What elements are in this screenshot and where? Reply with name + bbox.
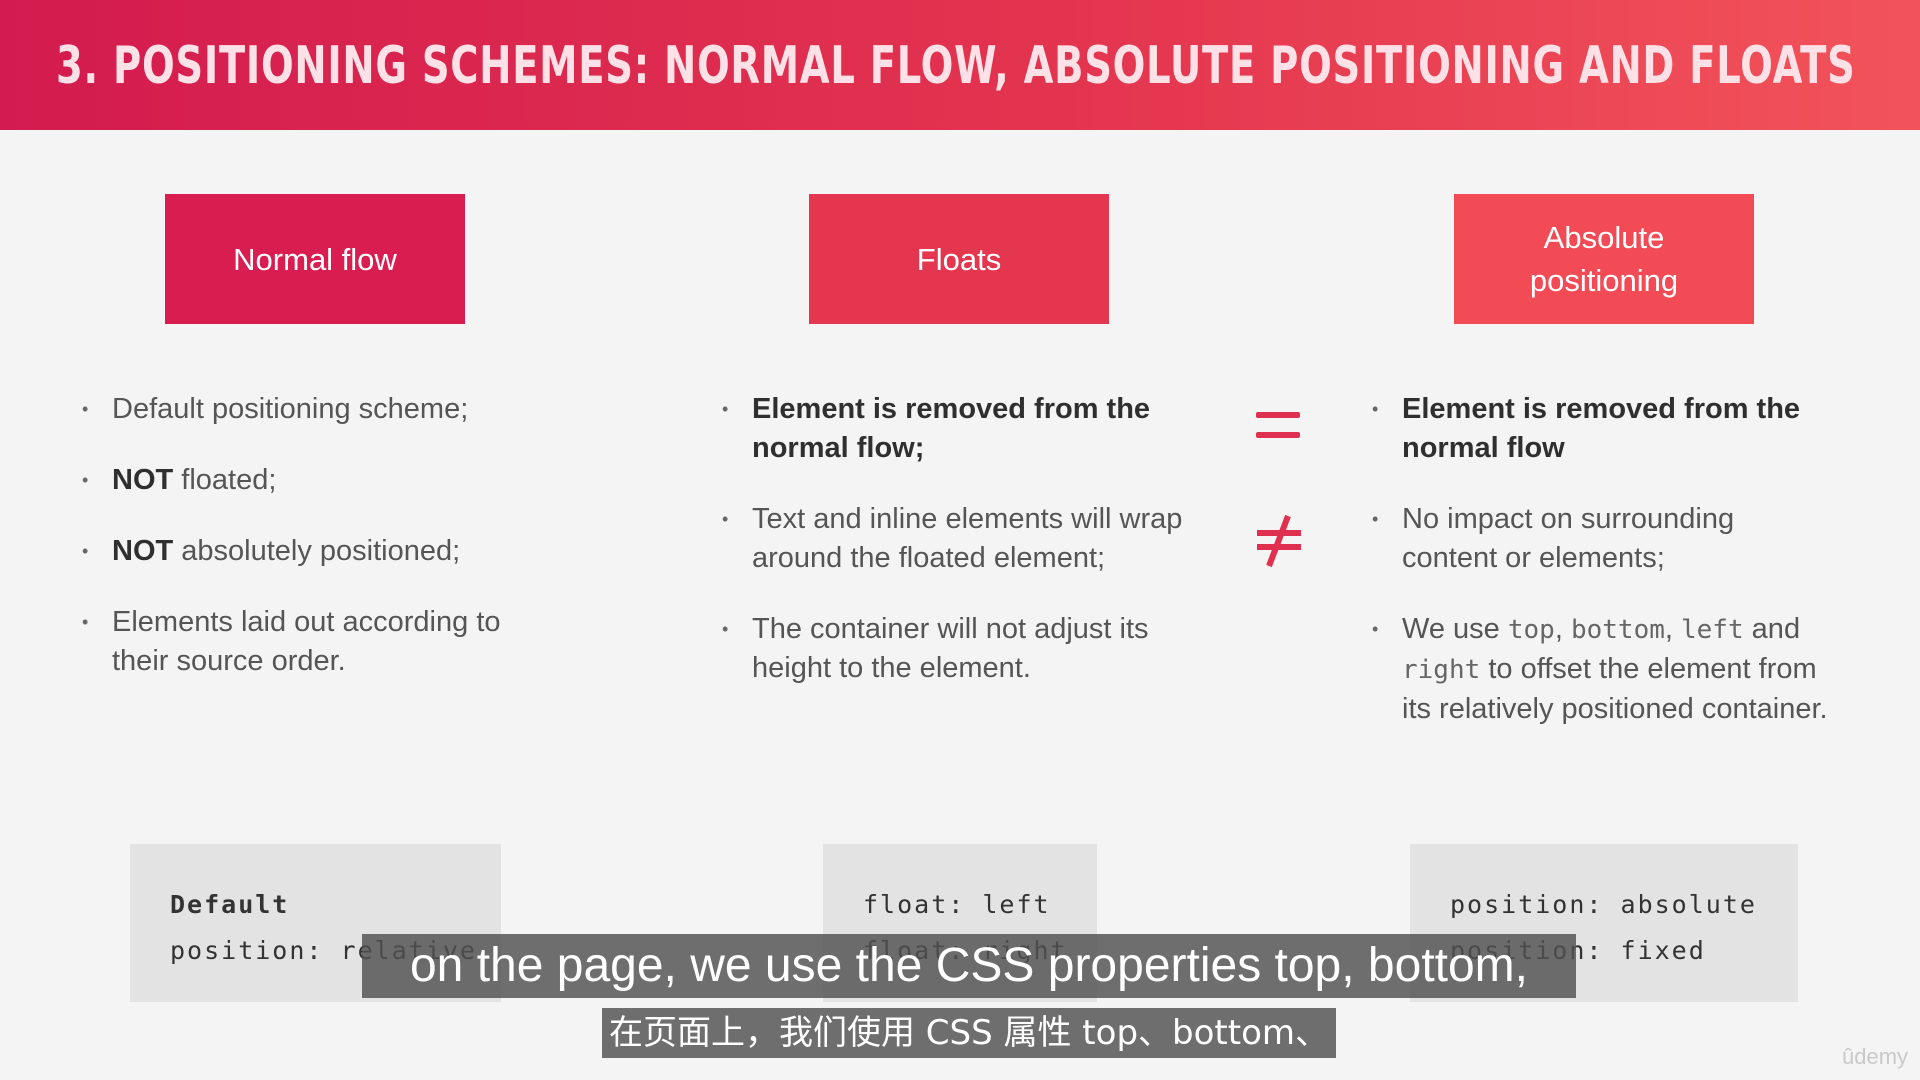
floats-bullets: Element is removed from the normal flow;… <box>722 390 1202 688</box>
bullet-item: No impact on surrounding content or elem… <box>1372 500 1832 578</box>
bullet-text: No impact on surrounding content or elem… <box>1402 503 1735 574</box>
bullet-text: floated; <box>173 464 277 496</box>
bullet-strong: NOT <box>112 464 174 496</box>
title-banner: 3. POSITIONING SCHEMES: NORMAL FLOW, ABS… <box>0 0 1920 130</box>
bullet-text: Default positioning scheme; <box>112 393 469 425</box>
column-normal-flow: Normal flow Default positioning scheme; … <box>0 0 1920 1080</box>
bullet-item: Elements laid out according to their sou… <box>82 603 552 681</box>
bullet-text: , <box>1664 613 1681 645</box>
equal-bar <box>1256 412 1300 418</box>
absolute-positioning-box: Absolute positioning <box>1454 194 1754 324</box>
code-keyword: left <box>1681 615 1744 645</box>
absolute-positioning-label: Absolute positioning <box>1529 220 1679 298</box>
equal-bar <box>1256 432 1300 438</box>
absolute-bullets: Element is removed from the normal flow … <box>1372 390 1832 729</box>
bullet-text: Elements laid out according to their sou… <box>112 606 501 677</box>
code-line: position: absolute <box>1450 890 1757 919</box>
bullet-item: We use top, bottom, left and right to of… <box>1372 610 1832 729</box>
column-absolute: Absolute positioning Element is removed … <box>0 0 1920 1080</box>
floats-label: Floats <box>916 241 1002 277</box>
code-keyword: bottom <box>1570 615 1665 645</box>
bullet-item: NOT floated; <box>82 461 552 500</box>
bullet-item: The container will not adjust its height… <box>722 610 1202 688</box>
bullet-text: The container will not adjust its height… <box>752 613 1149 684</box>
bullet-strong: NOT <box>112 535 174 567</box>
udemy-watermark-logo: ûdemy <box>1842 1044 1909 1069</box>
bullet-item: Element is removed from the normal flow <box>1372 390 1832 468</box>
code-line: float: left <box>863 890 1051 919</box>
bullet-text: , <box>1554 613 1571 645</box>
bullet-text: We use <box>1402 613 1508 645</box>
code-keyword: top <box>1507 615 1555 645</box>
subtitle-english: on the page, we use the CSS properties t… <box>362 934 1576 998</box>
bullet-item: Default positioning scheme; <box>82 390 552 429</box>
bullet-text: Text and inline elements will wrap aroun… <box>752 503 1183 574</box>
equal-sign-icon <box>1252 410 1306 444</box>
bullet-item: Element is removed from the normal flow; <box>722 390 1202 468</box>
code-keyword: right <box>1402 655 1481 685</box>
bullet-strong: Element is removed from the normal flow; <box>752 393 1151 464</box>
bullet-text: and <box>1743 613 1801 645</box>
not-equal-sign-icon <box>1252 510 1306 570</box>
bullet-item: Text and inline elements will wrap aroun… <box>722 500 1202 578</box>
normal-flow-box: Normal flow <box>165 194 465 324</box>
normal-flow-label: Normal flow <box>233 241 397 277</box>
bullet-text: absolutely positioned; <box>173 535 461 567</box>
subtitle-chinese: 在页面上，我们使用 CSS 属性 top、bottom、 <box>602 1008 1336 1058</box>
normal-flow-bullets: Default positioning scheme; NOT floated;… <box>82 390 552 681</box>
floats-box: Floats <box>809 194 1109 324</box>
code-line: Default <box>170 890 290 919</box>
bullet-item: NOT absolutely positioned; <box>82 532 552 571</box>
bullet-strong: Element is removed from the normal flow <box>1402 393 1801 464</box>
column-floats: Floats Element is removed from the norma… <box>0 0 1920 1080</box>
bullet-text: to offset the element from its relativel… <box>1402 653 1828 725</box>
slide-title: 3. POSITIONING SCHEMES: NORMAL FLOW, ABS… <box>56 36 1856 96</box>
